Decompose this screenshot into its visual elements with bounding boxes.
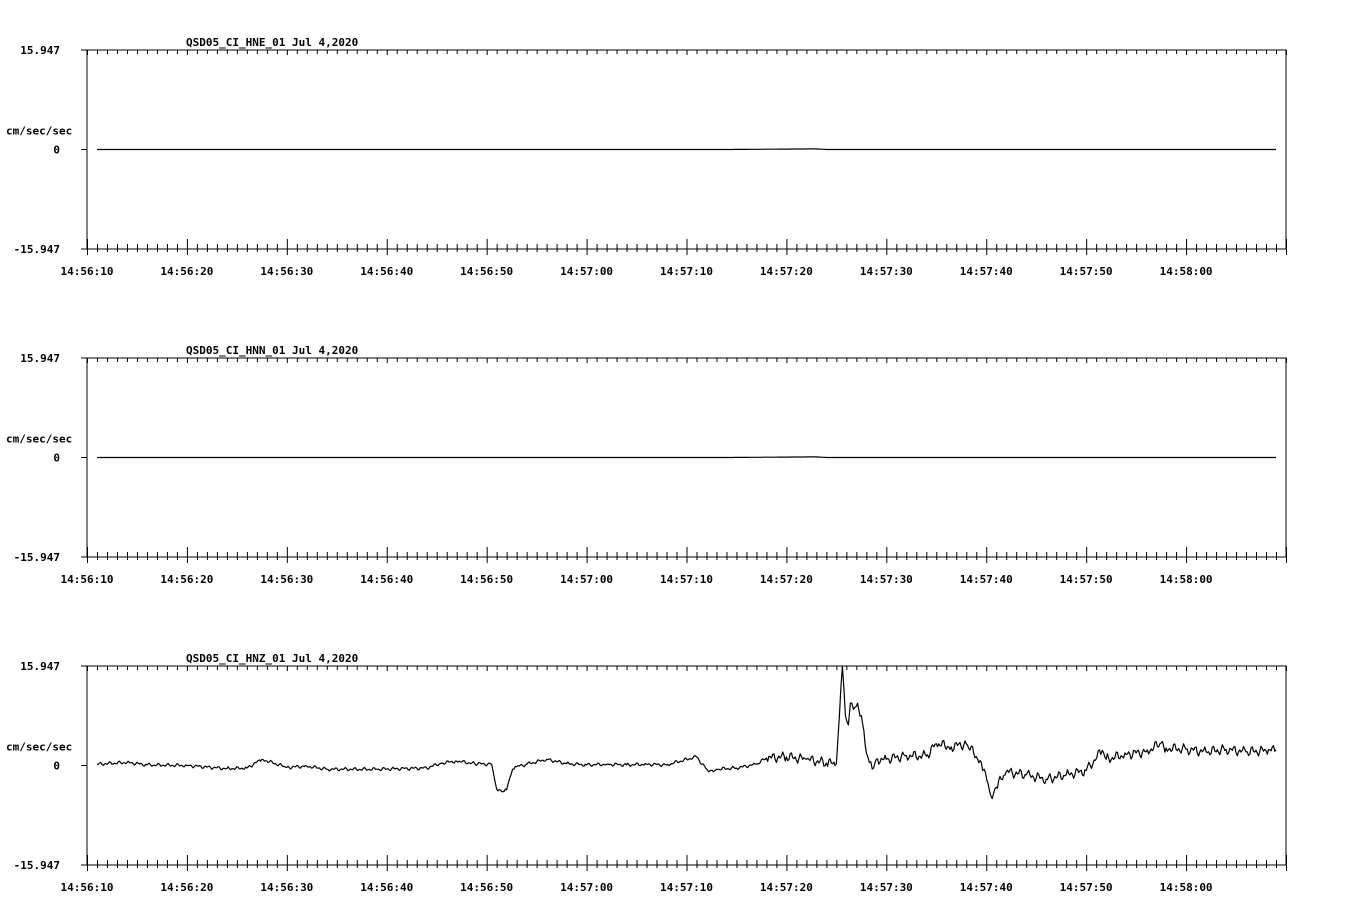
y-axis-label: cm/sec/sec	[6, 433, 72, 446]
channel-panel-2: QSD05_CI_HNN_01 Jul 4,2020 15.947 0 -15.947…	[6, 344, 1287, 586]
y-tick-label-min: -15.947	[14, 243, 60, 256]
channel-panel-1: QSD05_CI_HNE_01 Jul 4,2020 15.947 0 -15.947…	[6, 36, 1287, 278]
y-tick-label-min: -15.947	[14, 859, 60, 872]
x-tick-label: 14:57:10	[660, 881, 713, 894]
panel-title: QSD05_CI_HNZ_01 Jul 4,2020	[186, 652, 358, 665]
panel-title: QSD05_CI_HNN_01 Jul 4,2020	[186, 344, 358, 357]
y-axis-label: cm/sec/sec	[6, 125, 72, 138]
x-tick-label: 14:56:20	[160, 573, 213, 586]
x-tick-label: 14:57:30	[860, 573, 913, 586]
y-tick-label-max: 15.947	[20, 660, 60, 673]
x-tick-label: 14:56:10	[61, 573, 114, 586]
x-tick-label: 14:57:10	[660, 573, 713, 586]
y-tick-label-zero: 0	[53, 760, 60, 773]
x-tick-label: 14:56:40	[360, 265, 413, 278]
x-tick-label: 14:57:30	[860, 265, 913, 278]
trace-line-2	[97, 456, 1276, 459]
y-tick-label-max: 15.947	[20, 352, 60, 365]
x-tick-label: 14:56:50	[460, 573, 513, 586]
x-tick-label: 14:57:40	[960, 573, 1013, 586]
x-tick-label: 14:56:20	[160, 881, 213, 894]
x-tick-label: 14:56:40	[360, 881, 413, 894]
x-tick-label: 14:57:20	[760, 573, 813, 586]
y-axis-label: cm/sec/sec	[6, 741, 72, 754]
x-tick-label: 14:57:50	[1060, 881, 1113, 894]
x-tick-label: 14:57:40	[960, 881, 1013, 894]
y-tick-label-max: 15.947	[20, 44, 60, 57]
y-tick-label-zero: 0	[53, 144, 60, 157]
x-tick-label: 14:57:00	[560, 881, 613, 894]
x-tick-label: 14:58:00	[1160, 573, 1213, 586]
trace-line-1	[97, 148, 1276, 151]
x-tick-label: 14:56:50	[460, 265, 513, 278]
x-tick-label: 14:56:40	[360, 573, 413, 586]
y-tick-label-min: -15.947	[14, 551, 60, 564]
y-tick-label-zero: 0	[53, 452, 60, 465]
x-tick-label: 14:56:10	[61, 265, 114, 278]
x-tick-label: 14:57:00	[560, 573, 613, 586]
x-tick-label: 14:57:10	[660, 265, 713, 278]
trace-line-3	[96, 665, 1277, 800]
channel-panel-3: QSD05_CI_HNZ_01 Jul 4,2020 15.947 0 -15.947…	[6, 652, 1287, 894]
x-tick-label: 14:56:50	[460, 881, 513, 894]
x-tick-label: 14:57:50	[1060, 265, 1113, 278]
x-tick-label: 14:56:20	[160, 265, 213, 278]
panel-title: QSD05_CI_HNE_01 Jul 4,2020	[186, 36, 358, 49]
x-tick-label: 14:57:00	[560, 265, 613, 278]
plot-frame	[86, 665, 1287, 866]
x-tick-label: 14:56:10	[61, 881, 114, 894]
x-tick-label: 14:57:50	[1060, 573, 1113, 586]
x-tick-label: 14:57:20	[760, 265, 813, 278]
x-tick-label: 14:56:30	[260, 265, 313, 278]
x-tick-label: 14:57:30	[860, 881, 913, 894]
x-tick-label: 14:58:00	[1160, 881, 1213, 894]
x-tick-label: 14:57:40	[960, 265, 1013, 278]
x-tick-label: 14:58:00	[1160, 265, 1213, 278]
x-tick-label: 14:56:30	[260, 881, 313, 894]
x-tick-label: 14:57:20	[760, 881, 813, 894]
seismogram-figure: QSD05_CI_HNE_01 Jul 4,2020 15.947 0 -15.947…	[6, 36, 1287, 894]
x-tick-label: 14:56:30	[260, 573, 313, 586]
